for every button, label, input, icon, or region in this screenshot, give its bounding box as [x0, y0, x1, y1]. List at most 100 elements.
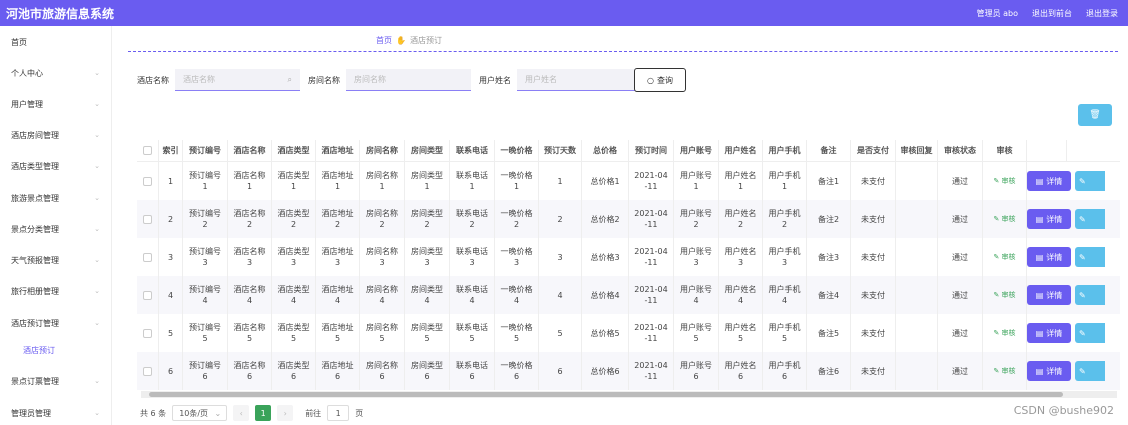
sidebar-item[interactable]: 旅游景点管理 ⌄: [0, 190, 112, 206]
edit-icon: ✎: [993, 366, 1002, 375]
goto-input[interactable]: 1: [327, 405, 350, 421]
to-front-link[interactable]: 退出到前台: [1032, 8, 1072, 19]
edit-button[interactable]: ✎: [1075, 209, 1105, 229]
checkbox[interactable]: [143, 214, 152, 224]
edit-button[interactable]: ✎: [1075, 323, 1105, 343]
user-name-input[interactable]: 用户姓名: [517, 69, 642, 91]
edit-icon: ✎: [993, 214, 1002, 223]
table-cell: 备注6: [807, 352, 851, 390]
table-cell: 2021-04 -11: [629, 314, 674, 352]
scroll-thumb[interactable]: [149, 392, 1063, 397]
chevron-down-icon: ⌄: [94, 256, 100, 264]
audit-link[interactable]: ✎ 审核: [983, 276, 1027, 314]
detail-button[interactable]: ▤ 详情: [1027, 209, 1071, 229]
page-size-value: 10条/页: [179, 408, 209, 418]
page-size-select[interactable]: 10条/页 ⌄: [172, 405, 228, 421]
table-cell: 2021-04 -11: [629, 200, 674, 238]
chevron-down-icon: ⌄: [94, 225, 100, 233]
sidebar-subitem-hotel-booking[interactable]: 酒店预订: [23, 345, 55, 356]
next-page-button[interactable]: ›: [277, 405, 294, 421]
audit-link[interactable]: ✎ 审核: [983, 238, 1027, 276]
room-name-input[interactable]: 房间名称: [346, 69, 471, 91]
prev-page-button[interactable]: ‹: [233, 405, 250, 421]
checkbox[interactable]: [143, 366, 152, 376]
table-row: 5 预订编号 5 酒店名称 5 酒店类型 5 酒店地址 5 房间名称 5 房间类型 5 联系电…: [137, 314, 1120, 352]
table-cell: 酒店类型 5: [272, 314, 316, 352]
audit-link[interactable]: ✎ 审核: [983, 162, 1027, 200]
row-checkbox[interactable]: [137, 276, 159, 314]
sidebar-item[interactable]: 天气预报管理 ⌄: [0, 252, 112, 268]
edit-button[interactable]: ✎: [1075, 171, 1105, 191]
sidebar-item[interactable]: 管理员管理 ⌄: [0, 405, 112, 421]
edit-icon: ✎: [993, 252, 1002, 261]
select-all-checkbox[interactable]: [137, 140, 159, 161]
breadcrumb-home[interactable]: 首页: [376, 35, 392, 46]
sidebar-item[interactable]: 酒店预订管理 ⌄: [0, 315, 112, 331]
table-cell: 房间类型 4: [405, 276, 450, 314]
table-cell: 1: [159, 162, 183, 200]
checkbox[interactable]: [143, 146, 152, 155]
table-cell: 一晚价格 1: [495, 162, 539, 200]
column-header: 审核状态: [938, 140, 983, 161]
checkbox[interactable]: [143, 176, 152, 186]
delete-button[interactable]: 🗑: [1078, 104, 1112, 126]
sidebar: 首页 个人中心 ⌄ 用户管理 ⌄ 酒店房间管理 ⌄ 酒店类型管理 ⌄ 旅游景点管理 ⌄ 景点分类管理 ⌄…: [0, 26, 112, 425]
table-cell: 通过: [938, 352, 983, 390]
table-cell: 总价格6: [582, 352, 629, 390]
row-checkbox[interactable]: [137, 314, 159, 352]
sidebar-item[interactable]: 景点订票管理 ⌄: [0, 373, 112, 389]
action-cell: ▤ 详情 ✎: [1027, 314, 1105, 352]
column-header: 联系电话: [450, 140, 495, 161]
sidebar-item[interactable]: 用户管理 ⌄: [0, 96, 112, 112]
edit-button[interactable]: ✎: [1075, 285, 1105, 305]
checkbox[interactable]: [143, 328, 152, 338]
table-cell: 用户姓名 4: [719, 276, 763, 314]
room-name-placeholder: 房间名称: [354, 75, 386, 84]
checkbox[interactable]: [143, 290, 152, 300]
table-cell: 6: [159, 352, 183, 390]
sidebar-item-label: 首页: [11, 37, 27, 47]
detail-button[interactable]: ▤ 详情: [1027, 361, 1071, 381]
table-cell: 4: [159, 276, 183, 314]
sidebar-item[interactable]: 旅行相册管理 ⌄: [0, 283, 112, 299]
audit-link[interactable]: ✎ 审核: [983, 200, 1027, 238]
row-checkbox[interactable]: [137, 200, 159, 238]
edit-button[interactable]: ✎: [1075, 247, 1105, 267]
edit-icon: ✎: [1079, 366, 1086, 376]
table-cell: 房间名称 2: [360, 200, 405, 238]
edit-icon: ✎: [1079, 252, 1086, 262]
table-cell: [896, 276, 938, 314]
hotel-name-input[interactable]: 酒店名称 ⌕: [175, 69, 300, 91]
table-cell: 酒店地址 3: [316, 238, 360, 276]
detail-button[interactable]: ▤ 详情: [1027, 285, 1071, 305]
sidebar-item[interactable]: 个人中心 ⌄: [0, 65, 112, 81]
audit-link[interactable]: ✎ 审核: [983, 352, 1027, 390]
detail-button[interactable]: ▤ 详情: [1027, 171, 1071, 191]
chevron-down-icon: ⌄: [94, 194, 100, 202]
sidebar-item-label: 景点分类管理: [11, 224, 59, 234]
sidebar-item[interactable]: 酒店房间管理 ⌄: [0, 127, 112, 143]
sidebar-item[interactable]: 酒店类型管理 ⌄: [0, 158, 112, 174]
table-cell: 预订编号 1: [183, 162, 228, 200]
chevron-down-icon: ⌄: [94, 100, 100, 108]
table-cell: 联系电话 5: [450, 314, 495, 352]
edit-button[interactable]: ✎: [1075, 361, 1105, 381]
row-checkbox[interactable]: [137, 238, 159, 276]
logout-link[interactable]: 退出登录: [1086, 8, 1118, 19]
sidebar-item[interactable]: 首页: [0, 34, 112, 50]
audit-link[interactable]: ✎ 审核: [983, 314, 1027, 352]
edit-icon: ✎: [1079, 214, 1086, 224]
query-button[interactable]: ○ 查询: [634, 68, 686, 92]
sidebar-item[interactable]: 景点分类管理 ⌄: [0, 221, 112, 237]
current-page[interactable]: 1: [255, 405, 272, 421]
row-checkbox[interactable]: [137, 352, 159, 390]
breadcrumb-current: 酒店预订: [409, 36, 442, 45]
checkbox[interactable]: [143, 252, 152, 262]
row-checkbox[interactable]: [137, 162, 159, 200]
sidebar-item-label: 个人中心: [11, 68, 43, 78]
detail-button[interactable]: ▤ 详情: [1027, 323, 1071, 343]
column-header: 总价格: [582, 140, 629, 161]
horizontal-scrollbar[interactable]: [141, 391, 1117, 398]
detail-button[interactable]: ▤ 详情: [1027, 247, 1071, 267]
table-cell: 酒店类型 4: [272, 276, 316, 314]
